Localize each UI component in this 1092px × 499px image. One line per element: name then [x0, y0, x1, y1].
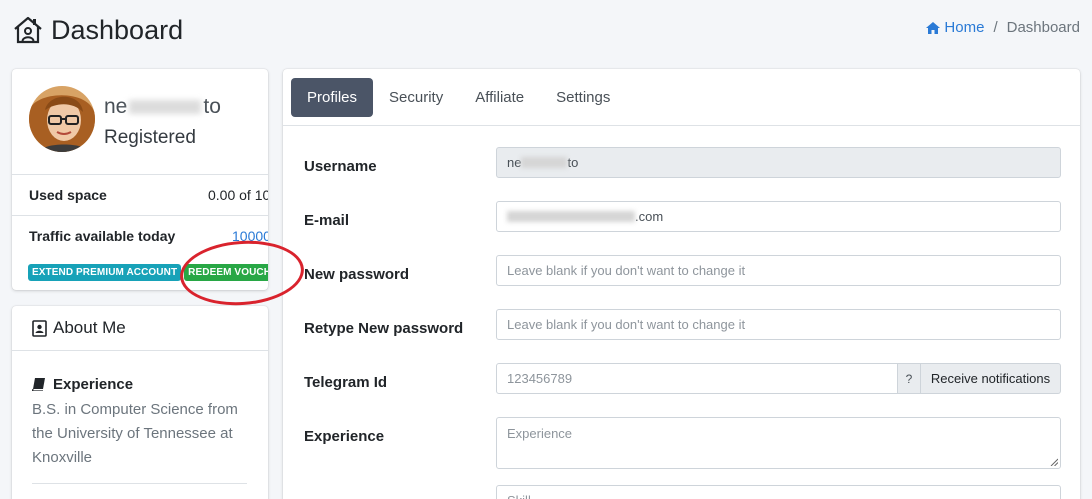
- breadcrumb-current: Dashboard: [1006, 19, 1080, 36]
- about-me-title: About Me: [53, 318, 126, 337]
- stat-value: 0.00 of 10 G: [208, 187, 268, 203]
- stat-traffic: Traffic available today 10000 M: [12, 215, 268, 256]
- stat-used-space: Used space 0.00 of 10 G: [12, 174, 268, 215]
- profile-settings-card: Profiles Security Affiliate Settings Use…: [283, 69, 1080, 499]
- about-me-header: About Me: [12, 306, 268, 351]
- extend-premium-button[interactable]: EXTEND PREMIUM ACCOUNT: [28, 264, 182, 281]
- stat-label: Used space: [29, 187, 107, 203]
- redacted-name: [129, 100, 202, 115]
- new-password-label: New password: [304, 266, 410, 283]
- retype-password-field[interactable]: Leave blank if you don't want to change …: [496, 309, 1061, 340]
- profile-card: neto Registered Used space 0.00 of 10 G …: [12, 69, 268, 290]
- breadcrumb-home-link[interactable]: Home: [926, 19, 984, 36]
- profile-name: ne to: [104, 95, 221, 119]
- telegram-id-field[interactable]: 123456789: [496, 363, 898, 394]
- home-icon: [14, 16, 42, 44]
- profile-name-end: to: [203, 95, 221, 118]
- retype-password-label: Retype New password: [304, 320, 464, 337]
- username-start: ne: [507, 155, 522, 170]
- username-end: to: [567, 155, 579, 170]
- email-label: E-mail: [304, 212, 350, 229]
- breadcrumb-separator: /: [993, 19, 998, 36]
- id-card-icon: [32, 319, 47, 337]
- settings-tabs: Profiles Security Affiliate Settings: [283, 69, 1080, 126]
- telegram-label: Telegram Id: [304, 374, 388, 391]
- redacted-email: [507, 211, 635, 222]
- new-password-field[interactable]: Leave blank if you don't want to change …: [496, 255, 1061, 286]
- stat-label: Traffic available today: [29, 228, 176, 244]
- book-icon: [32, 378, 45, 391]
- avatar: [29, 86, 95, 152]
- experience-heading: Experience: [32, 376, 133, 393]
- username-label: Username: [304, 158, 377, 175]
- content-header: Dashboard Home / Dashboard: [12, 12, 1080, 48]
- account-badges: EXTEND PREMIUM ACCOUNT REDEEM VOUCHER: [28, 264, 268, 281]
- email-field[interactable]: .com: [496, 201, 1061, 232]
- tab-settings[interactable]: Settings: [540, 79, 626, 116]
- experience-heading-label: Experience: [53, 376, 134, 393]
- experience-label: Experience: [304, 428, 385, 445]
- traffic-value-link[interactable]: 10000 M: [232, 228, 268, 244]
- breadcrumb: Home / Dashboard: [926, 19, 1080, 36]
- experience-text: B.S. in Computer Science from the Univer…: [32, 401, 238, 466]
- resize-grip-icon[interactable]: [1050, 458, 1058, 466]
- redeem-voucher-button[interactable]: REDEEM VOUCHER: [184, 264, 268, 281]
- telegram-help-button[interactable]: ?: [898, 363, 921, 394]
- home-small-icon: [926, 21, 941, 34]
- experience-placeholder: Experience: [507, 426, 573, 441]
- profile-role: Registered: [104, 127, 196, 148]
- email-end: .com: [635, 209, 664, 224]
- username-field[interactable]: ne to: [496, 147, 1061, 178]
- page-title: Dashboard: [51, 14, 184, 45]
- redacted-username: [521, 157, 568, 168]
- skill-field[interactable]: Skill: [496, 485, 1061, 499]
- tab-profiles[interactable]: Profiles: [291, 77, 374, 117]
- about-me-card: About Me Experience B.S. in Computer Sci…: [12, 306, 268, 499]
- profile-name-start: ne: [104, 95, 128, 118]
- experience-textarea[interactable]: Experience: [496, 417, 1061, 469]
- tab-affiliate[interactable]: Affiliate: [459, 79, 540, 116]
- receive-notifications-button[interactable]: Receive notifications: [921, 363, 1061, 394]
- about-divider: [32, 483, 247, 484]
- tab-security[interactable]: Security: [373, 79, 459, 116]
- telegram-input-group: 123456789 ? Receive notifications: [496, 363, 1061, 394]
- breadcrumb-home-label: Home: [944, 19, 985, 36]
